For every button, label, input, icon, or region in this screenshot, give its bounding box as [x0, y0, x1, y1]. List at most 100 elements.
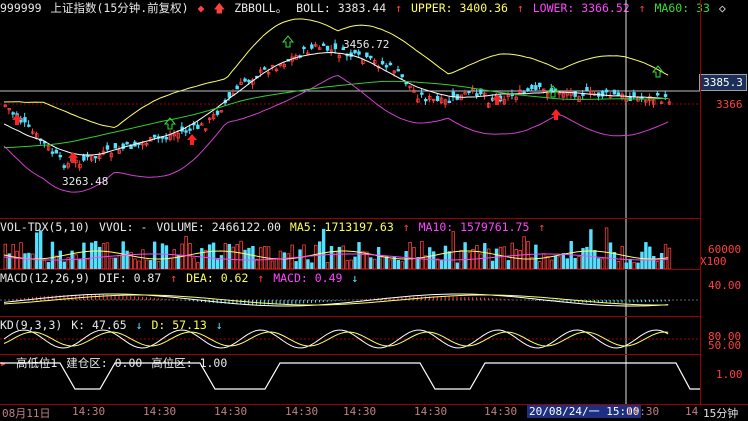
- volume-bar: [219, 255, 224, 269]
- volume-bar: [561, 253, 566, 269]
- price-level-label: 3366: [716, 98, 743, 111]
- time-tick: 14:30: [214, 405, 248, 418]
- candle-body: [152, 134, 157, 138]
- volume-bar: [337, 246, 342, 269]
- upper-band-line: [3, 18, 669, 129]
- volume-bar: [475, 245, 479, 269]
- candle-body: [310, 44, 314, 49]
- highlow-chart[interactable]: [0, 355, 700, 404]
- time-tick: 14:30: [414, 405, 448, 418]
- candle-body: [604, 89, 609, 93]
- candle-body: [400, 74, 404, 78]
- time-tick: 14:30: [626, 405, 660, 418]
- vol-axis-unit: X100: [700, 255, 727, 268]
- volume-bar: [27, 252, 31, 269]
- highlow-pane[interactable]: ▸ 高低位1 建仓区: 0.00 高位区: 1.00 1.00: [0, 355, 748, 404]
- candle-body: [235, 85, 239, 90]
- buy-arrow-icon: [551, 109, 561, 120]
- expand-diamond-icon[interactable]: ◇: [719, 1, 726, 15]
- volume-bar: [50, 241, 55, 269]
- volume-bar: [204, 249, 208, 269]
- volume-bar: [31, 253, 35, 269]
- volume-bar: [298, 249, 302, 269]
- volume-bar: [439, 259, 444, 269]
- time-tick: 14:30: [143, 405, 177, 418]
- volume-bar: [483, 243, 487, 269]
- candle-body: [435, 96, 440, 101]
- volume-bar: [522, 236, 526, 269]
- candle-body: [655, 93, 660, 96]
- period-label[interactable]: 15分钟: [703, 405, 738, 421]
- kd-chart[interactable]: [0, 317, 700, 354]
- time-tick: 14:30: [72, 405, 106, 418]
- volume-bar: [90, 242, 94, 269]
- candle-body: [612, 89, 617, 95]
- candle-body: [50, 151, 55, 154]
- macd-pane[interactable]: MACD(12,26,9) DIF: 0.87 ↑ DEA: 0.62 ↑ MA…: [0, 270, 748, 316]
- volume-bar: [443, 245, 448, 269]
- volume-bar: [628, 258, 632, 269]
- volume-bar: [290, 244, 294, 269]
- volume-bar: [565, 258, 569, 269]
- time-axis[interactable]: 08月11日 14:30 14:30 14:30 14:30 14:30 14:…: [0, 404, 748, 421]
- volume-bar: [404, 250, 408, 269]
- volume-bar: [349, 259, 353, 269]
- candle-body: [396, 69, 400, 72]
- volume-bar: [369, 257, 373, 269]
- volume-bar: [274, 257, 279, 269]
- volume-bar: [141, 249, 145, 269]
- volume-bar: [502, 246, 507, 269]
- volume-bar: [644, 242, 648, 269]
- volume-bar: [408, 241, 412, 269]
- volume-bar: [168, 257, 173, 269]
- volume-bar: [117, 255, 121, 269]
- signal-arrow-icon: [281, 35, 295, 48]
- macd-chart[interactable]: [0, 270, 700, 316]
- candle-body: [384, 65, 389, 68]
- volume-bar: [612, 251, 617, 269]
- volume-bar: [463, 242, 467, 269]
- volume-bar: [498, 246, 503, 269]
- volume-bar: [553, 255, 558, 269]
- volume-bar: [388, 259, 393, 269]
- volume-bar: [231, 246, 235, 269]
- volume-bar: [431, 251, 436, 269]
- volume-bar: [604, 227, 609, 269]
- price-pane[interactable]: 999999 上证指数(15分钟.前复权) ◆ 🡅 ZBBOLL。 BOLL: …: [0, 0, 748, 218]
- volume-bar: [113, 257, 118, 269]
- volume-bar: [341, 245, 345, 269]
- candle-body: [325, 45, 330, 51]
- candle-body: [164, 137, 169, 140]
- high-annotation: 3456.72: [343, 38, 390, 51]
- candle-body: [365, 52, 369, 57]
- candle-body: [526, 88, 530, 92]
- volume-bar: [184, 236, 188, 269]
- volume-bar: [86, 258, 90, 269]
- kd-pane[interactable]: KD(9,3,3) K: 47.65 ↓ D: 57.13 ↓ 80.00 50…: [0, 317, 748, 354]
- candle-body: [534, 85, 538, 90]
- hl-axis-top: 1.00: [716, 368, 743, 381]
- candle-body: [321, 43, 326, 46]
- volume-bar: [589, 229, 593, 269]
- volume-bar: [294, 261, 298, 269]
- volume-bar: [78, 259, 82, 269]
- highlow-step-line: [0, 362, 700, 390]
- volume-bar: [314, 244, 318, 269]
- volume-bar: [428, 247, 432, 269]
- candle-body: [530, 84, 534, 90]
- volume-bar: [54, 255, 59, 269]
- candle-body: [86, 154, 90, 158]
- volume-bar: [235, 244, 239, 269]
- volume-bar: [207, 244, 212, 269]
- volume-pane[interactable]: VOL-TDX(5,10) VVOL: - VOLUME: 2466122.00…: [0, 219, 748, 269]
- volume-bar: [435, 258, 440, 269]
- candle-body: [247, 79, 251, 83]
- candle-body: [262, 67, 267, 70]
- volume-chart[interactable]: [0, 219, 700, 269]
- volume-bar: [667, 247, 672, 269]
- volume-bar: [321, 228, 326, 269]
- candle-body: [196, 124, 200, 129]
- volume-bar: [490, 260, 495, 269]
- candle-body: [27, 124, 31, 127]
- volume-bar: [545, 255, 550, 269]
